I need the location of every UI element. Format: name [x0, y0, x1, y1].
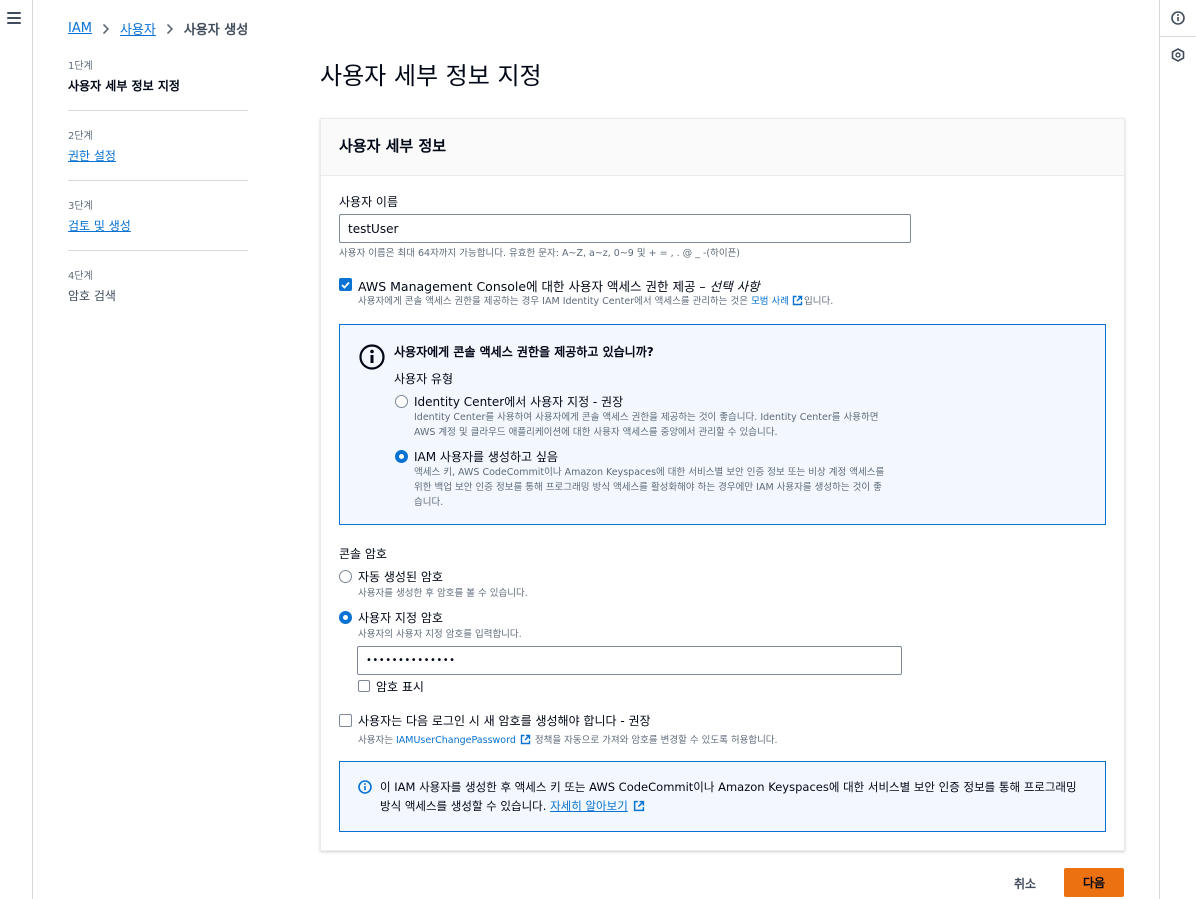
password-input[interactable]: •••••••••••••• — [357, 646, 902, 675]
step-title: 사용자 세부 정보 지정 — [68, 79, 180, 93]
identity-center-desc-line2: AWS 계정 및 클라우드 애플리케이션에 대한 사용자 액세스를 중앙에서 관… — [414, 427, 778, 438]
console-access-checkbox[interactable] — [339, 278, 352, 291]
programmatic-access-line2-text: 방식 액세스를 생성할 수 있습니다. — [380, 799, 551, 813]
programmatic-access-info-box: 이 IAM 사용자를 생성한 후 액세스 키 또는 AWS CodeCommit… — [339, 761, 1106, 832]
info-icon — [358, 780, 372, 797]
best-practices-link[interactable]: 모범 사례 — [751, 296, 789, 307]
info-icon — [359, 344, 385, 373]
learn-more-link[interactable]: 자세히 알아보기 — [550, 799, 628, 813]
breadcrumb: IAM 사용자 사용자 생성 — [68, 19, 248, 38]
hexagon-icon[interactable] — [1169, 46, 1187, 64]
auto-password-radio[interactable] — [339, 570, 352, 583]
step-number: 4단계 — [68, 271, 93, 282]
user-type-info-box: 사용자에게 콘솔 액세스 권한을 제공하고 있습니까? 사용자 유형 Ident… — [339, 324, 1106, 525]
wizard-steps: 1단계 사용자 세부 정보 지정 2단계 권한 설정 3단계 검토 및 생성 4… — [68, 57, 248, 336]
programmatic-access-line1: 이 IAM 사용자를 생성한 후 액세스 키 또는 AWS CodeCommit… — [380, 780, 1077, 794]
info-icon[interactable] — [1169, 9, 1187, 27]
console-access-desc-suffix: 입니다. — [804, 296, 834, 307]
require-reset-title: 사용자는 다음 로그인 시 새 암호를 생성해야 합니다 - 권장 — [358, 714, 651, 728]
step-number: 3단계 — [68, 201, 93, 212]
menu-icon[interactable] — [7, 12, 21, 24]
auto-password-title: 자동 생성된 암호 — [358, 570, 443, 584]
panel-header: 사용자 세부 정보 — [321, 119, 1124, 176]
username-label: 사용자 이름 — [339, 195, 399, 209]
iam-user-desc: 액세스 키, AWS CodeCommit이나 Amazon Keyspaces… — [414, 465, 974, 510]
custom-password-title: 사용자 지정 암호 — [358, 611, 443, 625]
console-access-optional: 선택 사항 — [709, 279, 760, 294]
custom-password-desc: 사용자의 사용자 지정 암호를 입력합니다. — [358, 629, 522, 640]
console-password-label: 콘솔 암호 — [339, 547, 387, 561]
check-icon — [341, 281, 350, 289]
external-link-icon — [792, 295, 803, 311]
identity-center-title: Identity Center에서 사용자 지정 - 권장 — [414, 395, 624, 409]
username-hint: 사용자 이름은 최대 64자까지 가능합니다. 유효한 문자: A~Z, a~z… — [339, 248, 741, 259]
user-type-label: 사용자 유형 — [394, 372, 454, 386]
step-number: 2단계 — [68, 131, 93, 142]
iam-change-password-link[interactable]: IAMUserChangePassword — [396, 735, 516, 746]
step-2: 2단계 권한 설정 — [68, 127, 248, 181]
identity-center-radio[interactable] — [395, 395, 408, 408]
left-rail — [0, 0, 33, 899]
programmatic-access-text: 이 IAM 사용자를 생성한 후 액세스 키 또는 AWS CodeCommit… — [380, 778, 1095, 818]
console-access-desc-text: 사용자에게 콘솔 액세스 권한을 제공하는 경우 IAM Identity Ce… — [358, 296, 752, 307]
user-details-panel: 사용자 세부 정보 사용자 이름 testUser 사용자 이름은 최대 64자… — [320, 118, 1125, 851]
chevron-right-icon — [102, 23, 110, 35]
show-password-checkbox[interactable] — [358, 680, 370, 692]
next-button[interactable]: 다음 — [1064, 868, 1124, 897]
step-link-permissions[interactable]: 권한 설정 — [68, 147, 248, 164]
show-password-label: 암호 표시 — [376, 680, 424, 694]
right-rail — [1159, 0, 1196, 899]
step-title: 암호 검색 — [68, 289, 116, 303]
iam-user-title: IAM 사용자를 생성하고 싶음 — [414, 450, 558, 464]
chevron-right-icon — [166, 23, 174, 35]
require-reset-desc: 사용자는 IAMUserChangePassword 정책을 자동으로 가져와 … — [358, 733, 1078, 750]
iam-user-radio[interactable] — [395, 450, 408, 463]
info-title: 사용자에게 콘솔 액세스 권한을 제공하고 있습니까? — [394, 345, 654, 359]
iam-user-desc-line2: 위한 백업 보안 인증 정보를 통해 프로그래밍 방식 액세스를 활성화해야 하… — [414, 482, 882, 493]
step-link-review[interactable]: 검토 및 생성 — [68, 217, 248, 234]
panel-title: 사용자 세부 정보 — [339, 137, 447, 155]
external-link-icon — [633, 799, 645, 818]
identity-center-desc-line1: Identity Center를 사용하여 사용자에게 콘솔 액세스 권한을 제… — [414, 412, 879, 423]
require-reset-checkbox[interactable] — [339, 714, 352, 727]
iam-user-desc-line1: 액세스 키, AWS CodeCommit이나 Amazon Keyspaces… — [414, 467, 885, 478]
step-number: 1단계 — [68, 61, 93, 72]
rail-divider — [1160, 36, 1196, 37]
console-access-desc: 사용자에게 콘솔 액세스 권한을 제공하는 경우 IAM Identity Ce… — [358, 294, 1058, 311]
auto-password-desc: 사용자를 생성한 후 암호를 볼 수 있습니다. — [358, 588, 528, 599]
custom-password-radio[interactable] — [339, 611, 352, 624]
console-access-label-main: AWS Management Console에 대한 사용자 액세스 권한 제공… — [358, 279, 710, 294]
breadcrumb-users[interactable]: 사용자 — [120, 19, 156, 38]
require-reset-desc-suffix: 정책을 자동으로 가져와 암호를 변경할 수 있도록 허용합니다. — [531, 735, 778, 746]
iam-user-desc-line3: 습니다. — [414, 497, 444, 508]
step-3: 3단계 검토 및 생성 — [68, 197, 248, 251]
breadcrumb-current: 사용자 생성 — [183, 23, 249, 38]
external-link-icon — [520, 734, 531, 750]
require-reset-desc-text: 사용자는 — [358, 735, 396, 746]
step-4: 4단계 암호 검색 — [68, 267, 248, 320]
page-title: 사용자 세부 정보 지정 — [320, 62, 542, 90]
identity-center-desc: Identity Center를 사용하여 사용자에게 콘솔 액세스 권한을 제… — [414, 410, 954, 440]
console-access-label: AWS Management Console에 대한 사용자 액세스 권한 제공… — [358, 276, 760, 295]
programmatic-access-line2: 방식 액세스를 생성할 수 있습니다. 자세히 알아보기 — [380, 797, 1095, 818]
step-1: 1단계 사용자 세부 정보 지정 — [68, 57, 248, 111]
username-input[interactable]: testUser — [339, 214, 911, 243]
cancel-button[interactable]: 취소 — [1006, 871, 1044, 896]
breadcrumb-iam[interactable]: IAM — [68, 21, 92, 36]
